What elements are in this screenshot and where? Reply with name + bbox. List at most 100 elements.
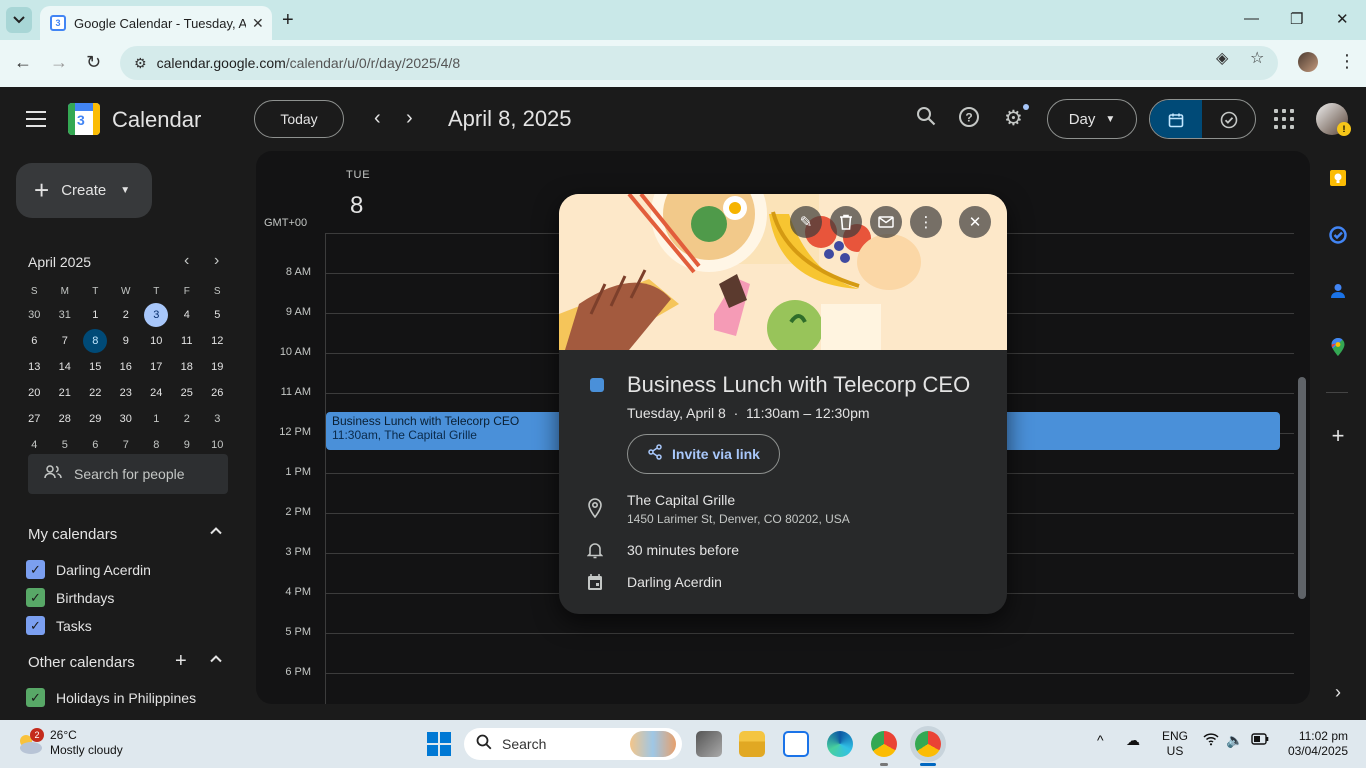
tab-close-icon[interactable]: ✕: [252, 15, 264, 32]
mini-calendar-day[interactable]: 27: [19, 406, 50, 432]
mini-calendar-day[interactable]: 1: [80, 302, 111, 328]
my-calendars-header[interactable]: My calendars: [28, 526, 117, 543]
file-explorer-icon[interactable]: [739, 731, 765, 757]
add-calendar-icon[interactable]: +: [175, 650, 187, 673]
mini-calendar-day[interactable]: 8: [80, 328, 111, 354]
restore-icon[interactable]: ❐: [1290, 10, 1303, 28]
minimize-icon[interactable]: —: [1244, 10, 1259, 27]
browser-menu-icon[interactable]: ⋮: [1338, 51, 1356, 72]
mini-calendar-day[interactable]: 10: [141, 328, 172, 354]
mini-calendar-day[interactable]: 12: [202, 328, 233, 354]
location-name[interactable]: The Capital Grille: [627, 492, 735, 508]
tab-search-button[interactable]: [6, 7, 32, 33]
mini-calendar-day[interactable]: 9: [111, 328, 142, 354]
mini-calendar-day[interactable]: 30: [19, 302, 50, 328]
show-hidden-icons-chevron-icon[interactable]: ^: [1097, 732, 1104, 748]
contacts-icon[interactable]: [1328, 281, 1348, 301]
settings-gear-icon[interactable]: ⚙: [1004, 106, 1023, 131]
mini-calendar-day[interactable]: 21: [50, 380, 81, 406]
mini-calendar-day[interactable]: 29: [80, 406, 111, 432]
today-button[interactable]: Today: [254, 100, 344, 138]
chrome-profile-active-icon[interactable]: [915, 731, 941, 757]
get-addons-plus-icon[interactable]: +: [1328, 423, 1348, 448]
tasks-icon[interactable]: [1328, 225, 1348, 245]
mini-calendar-day[interactable]: 11: [172, 328, 203, 354]
mini-calendar-day[interactable]: 3: [141, 302, 172, 328]
battery-icon[interactable]: [1251, 732, 1269, 748]
search-icon[interactable]: [916, 106, 936, 132]
scrollbar-thumb[interactable]: [1298, 377, 1306, 599]
calendar-list-item[interactable]: ✓ Holidays in Philippines: [26, 688, 196, 707]
checkbox-checked-icon[interactable]: ✓: [26, 560, 45, 579]
email-guests-icon[interactable]: [870, 206, 902, 238]
mini-calendar-day[interactable]: 1: [141, 406, 172, 432]
mini-calendar-day[interactable]: 25: [172, 380, 203, 406]
browser-profile-avatar[interactable]: [1298, 52, 1318, 72]
google-apps-icon[interactable]: [1274, 109, 1294, 129]
mini-calendar-day[interactable]: 2: [172, 406, 203, 432]
expand-side-panel-icon[interactable]: ›: [1328, 682, 1348, 702]
maps-icon[interactable]: [1328, 337, 1348, 357]
collapse-chevron-icon[interactable]: [209, 524, 223, 542]
mini-calendar-day[interactable]: 19: [202, 354, 233, 380]
address-bar[interactable]: ⚙ calendar.google.com/calendar/u/0/r/day…: [120, 46, 1278, 80]
mini-calendar-day[interactable]: 7: [50, 328, 81, 354]
mini-calendar-day[interactable]: 5: [202, 302, 233, 328]
bookmark-star-icon[interactable]: ☆: [1250, 48, 1264, 68]
calendar-view-icon[interactable]: [1150, 100, 1203, 138]
volume-icon[interactable]: 🔈: [1226, 732, 1243, 749]
taskbar-search-box[interactable]: Search: [464, 728, 682, 760]
wifi-icon[interactable]: [1203, 732, 1219, 749]
mini-next-month-icon[interactable]: ›: [214, 252, 219, 270]
new-tab-icon[interactable]: +: [282, 9, 294, 32]
weather-widget[interactable]: 2 26°C Mostly cloudy: [16, 728, 123, 758]
mini-calendar-day[interactable]: 22: [80, 380, 111, 406]
mini-calendar-day[interactable]: 17: [141, 354, 172, 380]
forward-arrow-icon[interactable]: →: [50, 52, 68, 73]
task-view-icon[interactable]: [696, 731, 722, 757]
microsoft-store-icon[interactable]: [783, 731, 809, 757]
mini-calendar-day[interactable]: 4: [172, 302, 203, 328]
mini-calendar-day[interactable]: 18: [172, 354, 203, 380]
mini-calendar-day[interactable]: 31: [50, 302, 81, 328]
checkbox-checked-icon[interactable]: ✓: [26, 588, 45, 607]
create-button[interactable]: + Create ▼: [16, 163, 152, 218]
reload-icon[interactable]: ↻: [86, 52, 101, 73]
calendar-list-item[interactable]: ✓ Birthdays: [26, 588, 114, 607]
close-popup-icon[interactable]: ✕: [959, 206, 991, 238]
previous-day-icon[interactable]: ‹: [374, 107, 381, 130]
mini-calendar-day[interactable]: 23: [111, 380, 142, 406]
input-language-indicator[interactable]: ENG US: [1162, 729, 1188, 759]
windows-start-icon[interactable]: [427, 732, 451, 756]
keep-icon[interactable]: [1328, 168, 1348, 188]
next-day-icon[interactable]: ›: [406, 107, 413, 130]
mini-calendar-day[interactable]: 3: [202, 406, 233, 432]
mini-calendar-day[interactable]: 26: [202, 380, 233, 406]
day-number[interactable]: 8: [350, 192, 363, 220]
mini-calendar-day[interactable]: 13: [19, 354, 50, 380]
chrome-icon[interactable]: [871, 731, 897, 757]
location-address[interactable]: 1450 Larimer St, Denver, CO 80202, USA: [627, 512, 850, 526]
site-info-icon[interactable]: ⚙: [134, 55, 147, 72]
mini-calendar-day[interactable]: 30: [111, 406, 142, 432]
window-close-icon[interactable]: ✕: [1336, 10, 1349, 28]
view-selector-button[interactable]: Day ▼: [1047, 99, 1137, 139]
onedrive-cloud-icon[interactable]: ☁: [1126, 732, 1140, 749]
calendar-list-item[interactable]: ✓ Darling Acerdin: [26, 560, 151, 579]
mini-calendar-day[interactable]: 16: [111, 354, 142, 380]
mini-calendar-day[interactable]: 28: [50, 406, 81, 432]
system-clock[interactable]: 11:02 pm 03/04/2025: [1280, 729, 1348, 759]
main-menu-icon[interactable]: [26, 111, 46, 127]
mini-calendar-day[interactable]: 2: [111, 302, 142, 328]
mini-calendar-day[interactable]: 6: [19, 328, 50, 354]
invite-via-link-button[interactable]: Invite via link: [627, 434, 780, 474]
edit-pencil-icon[interactable]: ✎: [790, 206, 822, 238]
collapse-chevron-icon[interactable]: [209, 652, 223, 670]
back-arrow-icon[interactable]: ←: [14, 52, 32, 73]
mini-prev-month-icon[interactable]: ‹: [184, 252, 189, 270]
help-icon[interactable]: ?: [958, 106, 980, 134]
mini-calendar-day[interactable]: 20: [19, 380, 50, 406]
extension-icon[interactable]: ◈: [1216, 48, 1228, 68]
other-calendars-header[interactable]: Other calendars: [28, 654, 135, 671]
checkbox-checked-icon[interactable]: ✓: [26, 688, 45, 707]
